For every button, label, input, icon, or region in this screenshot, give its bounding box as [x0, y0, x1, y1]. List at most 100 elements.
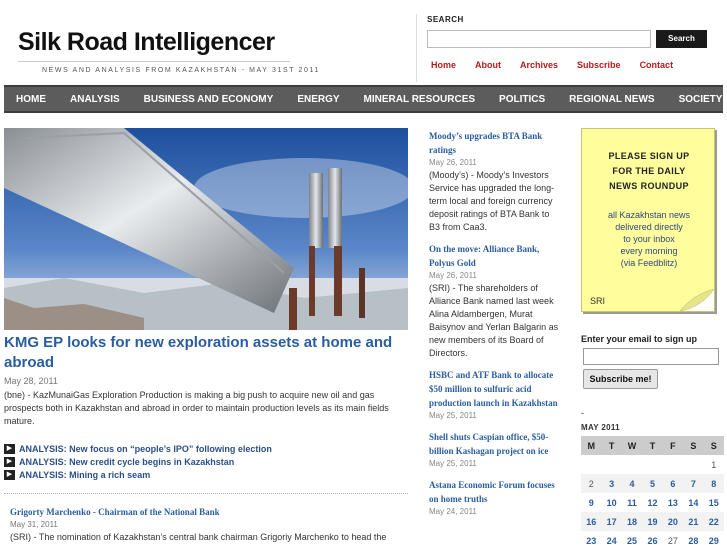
calendar-week: 23 24 25 26 27 28 29 [581, 531, 724, 545]
weekday-header: F [662, 436, 684, 455]
calendar-separator: - [581, 408, 584, 418]
news-headline[interactable]: Astana Economic Forum focuses on home tr… [429, 478, 561, 506]
top-link-contact[interactable]: Contact [640, 60, 674, 70]
promo-heading-line: PLEASE SIGN UP [608, 151, 690, 161]
news-headline[interactable]: Moody’s upgrades BTA Bank ratings [429, 129, 561, 157]
analysis-link[interactable]: ANALYSIS: New credit cycle begins in Kaz… [19, 457, 234, 467]
list-item: ▶ ANALYSIS: Mining a rich seam [4, 468, 272, 481]
calendar-day[interactable]: 21 [683, 512, 704, 531]
feature-headline[interactable]: KMG EP looks for new exploration assets … [4, 333, 408, 373]
analysis-link[interactable]: ANALYSIS: Mining a rich seam [19, 470, 150, 480]
calendar-day[interactable]: 28 [683, 531, 703, 545]
nav-business-and-economy[interactable]: BUSINESS AND ECONOMY [144, 94, 274, 105]
divider [4, 493, 408, 494]
promo-signature: SRI [590, 296, 606, 306]
nav-regional-news[interactable]: REGIONAL NEWS [569, 94, 654, 105]
weekday-header: W [621, 436, 643, 455]
news-headline[interactable]: On the move: Alliance Bank, Polyus Gold [429, 242, 561, 270]
news-item: On the move: Alliance Bank, Polyus Gold … [429, 242, 561, 360]
page-curl-icon [680, 289, 714, 311]
feature-date: May 28, 2011 [4, 376, 58, 386]
calendar-empty-cell [683, 455, 703, 474]
promo-body-line: to your inbox [623, 234, 675, 244]
weekday-header: M [581, 436, 602, 455]
calendar-day[interactable]: 7 [683, 474, 704, 493]
promo-heading: PLEASE SIGN UP FOR THE DAILY NEWS ROUNDU… [582, 149, 716, 194]
calendar-day[interactable]: 4 [621, 474, 643, 493]
top-link-subscribe[interactable]: Subscribe [577, 60, 621, 70]
news-item: Moody’s upgrades BTA Bank ratings May 26… [429, 129, 561, 234]
top-link-about[interactable]: About [475, 60, 501, 70]
subscribe-button[interactable]: Subscribe me! [583, 369, 658, 389]
calendar-day[interactable]: 20 [662, 512, 684, 531]
tagline-divider [18, 61, 290, 62]
weekday-header: S [683, 436, 704, 455]
pipeline-photo [4, 128, 408, 330]
promo-body-line: (via Feedblitz) [620, 258, 678, 268]
calendar-week: 9 10 11 12 13 14 15 [581, 493, 724, 512]
nav-society[interactable]: SOCIETY [679, 94, 723, 105]
nav-mineral-resources[interactable]: MINERAL RESOURCES [364, 94, 476, 105]
news-date: May 25, 2011 [429, 459, 477, 468]
promo-body-line: all Kazakhstan news [607, 210, 691, 220]
calendar-day[interactable]: 15 [704, 493, 724, 512]
top-link-archives[interactable]: Archives [520, 60, 558, 70]
promo-card: PLEASE SIGN UP FOR THE DAILY NEWS ROUNDU… [581, 128, 715, 312]
main-nav: HOME ANALYSIS BUSINESS AND ECONOMY ENERG… [4, 85, 723, 113]
newsletter-promo[interactable]: PLEASE SIGN UP FOR THE DAILY NEWS ROUNDU… [581, 128, 717, 314]
calendar-day[interactable]: 22 [703, 512, 724, 531]
promo-body-line: every morning [620, 246, 678, 256]
promo-body: all Kazakhstan news delivered directly t… [582, 209, 716, 269]
calendar-day[interactable]: 24 [601, 531, 621, 545]
calendar-day[interactable]: 5 [642, 474, 663, 493]
calendar-day[interactable]: 26 [642, 531, 662, 545]
calendar-week: 1 [581, 455, 724, 474]
calendar-empty-cell [601, 455, 621, 474]
calendar-day[interactable]: 8 [703, 474, 724, 493]
story-headline[interactable]: Grigorty Marchenko - Chairman of the Nat… [10, 507, 220, 517]
calendar-empty-cell [581, 455, 601, 474]
list-item: ▶ ANALYSIS: New credit cycle begins in K… [4, 455, 272, 468]
calendar-day[interactable]: 16 [581, 512, 602, 531]
calendar-day[interactable]: 10 [601, 493, 621, 512]
header-divider [416, 14, 417, 82]
calendar-day[interactable]: 12 [642, 493, 662, 512]
nav-politics[interactable]: POLITICS [499, 94, 545, 105]
arrow-right-icon: ▶ [4, 469, 15, 480]
news-date: May 24, 2011 [429, 507, 477, 516]
site-title[interactable]: Silk Road Intelligencer [18, 28, 275, 57]
email-field[interactable] [583, 348, 719, 365]
analysis-link[interactable]: ANALYSIS: New focus on “people’s IPO” fo… [19, 444, 272, 454]
nav-energy[interactable]: ENERGY [297, 94, 339, 105]
calendar-day[interactable]: 19 [642, 512, 663, 531]
calendar-day[interactable]: 25 [622, 531, 642, 545]
story-date: May 31, 2011 [10, 520, 58, 529]
calendar-day[interactable]: 17 [601, 512, 622, 531]
calendar-day[interactable]: 6 [662, 474, 684, 493]
search-button[interactable]: Search [656, 30, 707, 48]
top-link-home[interactable]: Home [431, 60, 456, 70]
calendar-day[interactable]: 14 [683, 493, 703, 512]
story-excerpt: (SRI) - The nomination of Kazakhstan’s c… [10, 532, 387, 542]
calendar-day[interactable]: 23 [581, 531, 601, 545]
news-headline[interactable]: HSBC and ATF Bank to allocate $50 millio… [429, 368, 561, 410]
calendar-day[interactable]: 3 [601, 474, 622, 493]
calendar-empty-cell [622, 455, 642, 474]
top-links: Home About Archives Subscribe Contact [431, 60, 692, 70]
calendar-day[interactable]: 11 [622, 493, 642, 512]
calendar-day[interactable]: 18 [621, 512, 643, 531]
news-excerpt: (Moody’s) - Moody’s Investors Service ha… [429, 170, 555, 232]
nav-home[interactable]: HOME [16, 94, 46, 105]
calendar-empty-cell [663, 455, 683, 474]
search-input[interactable] [427, 30, 651, 48]
news-date: May 26, 2011 [429, 271, 477, 280]
news-item: Shell shuts Caspian office, $50-billion … [429, 430, 561, 470]
nav-analysis[interactable]: ANALYSIS [70, 94, 120, 105]
calendar-day: 1 [711, 459, 717, 470]
news-headline[interactable]: Shell shuts Caspian office, $50-billion … [429, 430, 561, 458]
list-item: ▶ ANALYSIS: New focus on “people’s IPO” … [4, 442, 272, 455]
calendar-day[interactable]: 13 [663, 493, 683, 512]
calendar-day[interactable]: 9 [581, 493, 601, 512]
feature-image[interactable] [4, 128, 408, 330]
calendar-day[interactable]: 29 [704, 531, 724, 545]
